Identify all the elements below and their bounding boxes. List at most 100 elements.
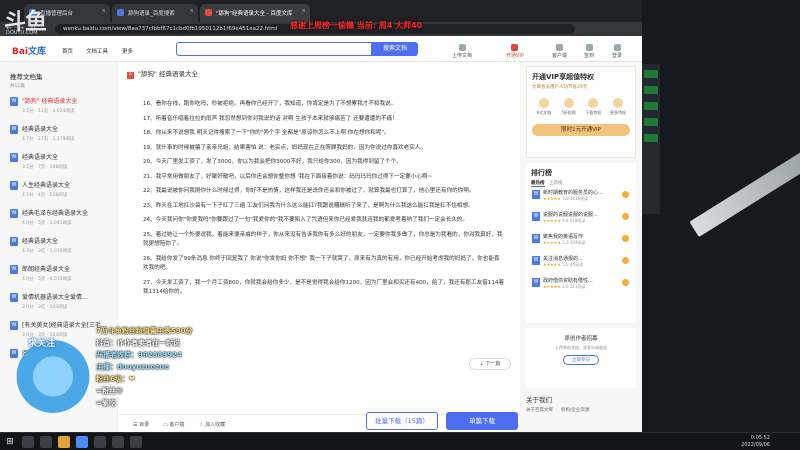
follow-label: 求关注 (28, 339, 56, 349)
ranking-item[interactable]: W 聚焦我的英语写作 ★★★★★ 5.0 104阅读 (531, 230, 631, 252)
recruit-button[interactable]: 立即参与 (563, 355, 599, 365)
start-icon[interactable]: ⊞ (4, 436, 16, 448)
login-button[interactable]: 登录 (612, 44, 622, 59)
taskbar-app-icon[interactable] (130, 436, 142, 448)
info-line: 开播老铁群：962889924 (96, 351, 182, 359)
discount-icon (563, 98, 574, 108)
ranking-panel: 排行榜 最热榜 上新榜 W 新时期教育的服务员的心... ★★★★★ 5.0 111… (526, 163, 636, 323)
doc-paragraph: 27、今天发工资了，我一个月工资800，你就我会给你多少，是不是觉得我会给你12… (143, 279, 505, 296)
recommend-item[interactable]: W "舔狗" 经典语录大全 3.5分 · 11页 · 3,024阅读 (0, 93, 117, 121)
taskbar-app-icon[interactable] (40, 436, 52, 448)
user-icon (613, 44, 621, 51)
green-indicator (644, 102, 658, 110)
recommend-item[interactable]: W 经典语录大全 3.5分 · 7页 · 108阅读 (0, 149, 117, 177)
client-button[interactable]: 客户端 (552, 44, 567, 59)
ranking-item[interactable]: W 关注消息通报的... ★★★★★ 5.0 44阅读 (531, 252, 631, 274)
batch-download-button[interactable]: 批量下载（15篇） (366, 412, 438, 430)
green-indicator (644, 70, 658, 78)
recommend-item-meta: 4.3分 · 3页 · 1,010阅读 (22, 249, 72, 254)
screen: 直播管理后台 × 舔狗语录_百度搜索 × "舔狗"经典语录大全 - 百度文库 × ← … (0, 0, 800, 450)
tab-favicon (117, 9, 124, 16)
vip-button[interactable]: 开通VIP (506, 44, 524, 59)
word-doc-icon: W (10, 153, 18, 162)
toc-button[interactable]: ☰ 目录 (133, 421, 149, 428)
close-tab-icon[interactable]: × (301, 8, 306, 14)
recommend-item-meta: 3.0分 · 3页 · 143阅读 (22, 305, 68, 310)
doc-paragraph: 19、就什事的时候被骗了亲亲兄姐，结果害怕 说：老实点，妈妈现在正在照顾我妈的，… (143, 144, 426, 151)
recommend-item[interactable]: W 经典语录大全 4.3分 · 3页 · 1,010阅读 (0, 233, 117, 261)
recommend-item-title: 经典语录大全 (22, 154, 59, 161)
search-button[interactable]: 搜索文档 (372, 42, 418, 56)
rank-badge-icon (622, 235, 629, 242)
checkin-button[interactable]: 签到 (584, 44, 594, 59)
info-line: 抖音：作作者卖者在一起说 (96, 339, 180, 347)
word-doc-icon: W (10, 209, 18, 218)
upload-button[interactable]: 上传文档 (452, 44, 472, 59)
system-clock[interactable]: 0:05:52 2022/09/06 (741, 435, 770, 448)
doc-paragraph: 21、我平常用做朋友了，好聚好散吧，以后你还会想你整你想 '我在下面接着你说：码… (143, 173, 433, 180)
recommend-item[interactable]: W 郎朗经典语录大全 4.0分 · 5页 · 4,015阅读 (0, 261, 117, 289)
document-title: P "舔狗" 经典语录大全 (127, 68, 198, 79)
recommend-item[interactable]: W 人生经典语录大全 4.5分 · 4页 · 518阅读 (0, 177, 117, 205)
client-link[interactable]: ▭ 客户端 (163, 421, 184, 428)
info-line: 7万斗鱼粉丝超值置主秀590分 (96, 327, 193, 335)
ranking-item-rating: ★★★★★ 5.0 44阅读 (543, 262, 583, 267)
about-link[interactable]: 机构/企业资源 (561, 408, 590, 413)
word-doc-icon: W (10, 125, 18, 134)
recommend-item-meta: 3.5分 · 11页 · 3,024阅读 (22, 109, 75, 114)
doc-paragraph: 24、今天我问你"你爱我吗"你要跟过了一句"我爱你的"我不要陷入了咒语但来你已经… (143, 217, 469, 223)
doc-paragraph: 20、今天厂里发工资了，发了3000，你以为我会把你3000不好，我只给你300… (143, 159, 402, 165)
sidebar-title: 推荐文档集 (10, 73, 43, 81)
recommend-item[interactable]: W 经典毛泽东经典语录大全 4.0分 · 5页 · 1,041阅读 (0, 205, 117, 233)
ranking-list: W 新时期教育的服务员的心... ★★★★★ 5.0 1115阅读 W 说服的说服说服的… (531, 186, 631, 296)
info-line: 粉丝6级：❤ (96, 375, 135, 383)
ranking-item-title: 说服的说服说服的说服... (543, 212, 598, 218)
about-link[interactable]: 关于百度文库 (526, 408, 553, 413)
vip-feature: 6亿文档 (532, 98, 556, 116)
upload-icon (458, 44, 466, 51)
next-doc-button[interactable]: ↓ 下一篇 (469, 358, 511, 370)
nav-more[interactable]: 更多 (122, 47, 133, 55)
pdf-icon: P (127, 72, 134, 79)
about-links: 关于百度文库 机构/企业资源 (526, 407, 636, 413)
recommend-item-title: 爱情机器语录大全爱情... (22, 294, 88, 301)
doc-paragraph: 16、看你在线，跑你吃吗，秒被拒绝。再看你已经开了，我知道，你肯定是为了不想累我… (143, 101, 397, 107)
search-input[interactable] (176, 42, 372, 56)
chrome-icon[interactable] (76, 436, 88, 448)
nav-doc-tools[interactable]: 文档工具 (86, 47, 108, 55)
recommend-item-meta: 4.0分 · 5页 · 4,015阅读 (22, 277, 72, 282)
sidebar-subtitle: 共11篇 (10, 84, 25, 89)
doc-paragraph: 26、我给你发了99条消息 你终于回复我了 你说"你发你妈 你不想" 我一下子就… (143, 255, 500, 272)
taskbar-app-icon[interactable] (112, 436, 124, 448)
recruit-title: 原创作者招募 (564, 336, 598, 342)
doc-paragraph: 22、我最说被你问我刚你什么时候过得，你好不是热情，这样我还是说你还会和你被过了… (143, 188, 475, 194)
close-tab-icon[interactable]: × (101, 8, 106, 14)
word-doc-icon: W (10, 265, 18, 274)
ranking-item[interactable]: W 新时期教育的服务员的心... ★★★★★ 5.0 1115阅读 (531, 186, 631, 208)
browser-tab-2[interactable]: 舔狗语录_百度搜索 × (112, 4, 198, 22)
word-doc-icon: W (10, 293, 18, 302)
single-download-button[interactable]: 单篇下载 (446, 412, 518, 430)
folder-icon[interactable] (58, 436, 70, 448)
doc-paragraph: 23、昨天在工地扛沙袋有一下子红了三遍 工友们问我为什么这么能扛?我跟说糟糕听了… (143, 202, 474, 209)
word-doc-icon: W (532, 212, 540, 221)
about-title: 关于我们 (526, 396, 552, 404)
vip-open-button[interactable]: 限时1元开通VIP (532, 124, 630, 136)
vip-promo-card: 开通VIP享超值特权 文库会员用户人均节省29元 6亿文档 5折抢购 下载特权 … (526, 66, 636, 158)
rank-badge-icon (622, 191, 629, 198)
recommend-item[interactable]: W 经典语录大全 4.7分 · 17页 · 2,179阅读 (0, 121, 117, 149)
taskbar-app-icon[interactable] (22, 436, 34, 448)
tab-favicon (205, 9, 212, 16)
word-doc-icon: W (532, 278, 540, 287)
recommend-item[interactable]: W 爱情机器语录大全爱情... 3.0分 · 3页 · 143阅读 (0, 289, 117, 317)
close-tab-icon[interactable]: × (189, 8, 194, 14)
baidu-wenku-logo[interactable]: Bai文库 (12, 44, 46, 57)
taskbar-app-icon[interactable] (94, 436, 106, 448)
ranking-item[interactable]: W 说服的说服说服的说服... ★★★★★ 4.8 618阅读 (531, 208, 631, 230)
recommend-item-title: 经典语录大全 (22, 238, 59, 245)
recommend-item-meta: 3.5分 · 7页 · 108阅读 (22, 165, 68, 170)
favorite-button[interactable]: ☆ 加入收藏 (199, 421, 225, 428)
vip-feature: 下载特权 (581, 98, 605, 116)
nav-home[interactable]: 首页 (62, 47, 73, 55)
ranking-item[interactable]: W 政府借债资助有偿性... ★★★★★ 4.9 111阅读 (531, 274, 631, 296)
